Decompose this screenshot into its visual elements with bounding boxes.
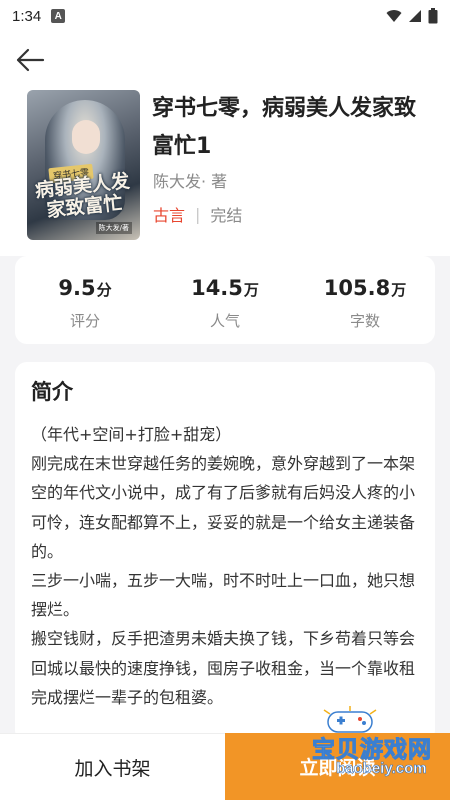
cover-face	[72, 120, 100, 154]
signal-icon	[409, 10, 421, 22]
intro-paragraph: 搬空钱财，反手把渣男未婚夫换了钱，下乡苟着只等会回城以最快的速度挣钱，囤房子收租…	[31, 629, 416, 707]
book-author[interactable]: 陈大发· 著	[153, 168, 227, 192]
cover-author: 陈大发/著	[95, 222, 132, 234]
intro-paragraph: 三步一小喘，五步一大喘，时不时吐上一口血，她只想摆烂。	[31, 571, 416, 620]
read-now-button[interactable]: 立即阅读	[225, 733, 450, 800]
cover-title: 病弱美人发家致富忙	[33, 170, 131, 222]
book-header: 穿书七零 病弱美人发家致富忙 陈大发/著 穿书七零，病弱美人发家致富忙1 陈大发…	[0, 32, 450, 256]
stat-label: 评分	[69, 312, 100, 330]
book-tags: 古言 | 完结	[153, 202, 242, 226]
stat-label: 字数	[349, 312, 380, 330]
tag-separator: |	[195, 204, 201, 224]
intro-card[interactable]: 简介 （年代+空间+打脸+甜宠） 刚完成在末世穿越任务的姜婉晚，意外穿越到了一本…	[15, 362, 435, 742]
status-time: 1:34	[12, 7, 42, 25]
genre-tag[interactable]: 古言	[153, 202, 185, 226]
back-button[interactable]	[12, 44, 48, 76]
stat-value: 105.8万	[323, 276, 407, 300]
stats-card: 9.5分 评分 14.5万 人气 105.8万 字数	[15, 256, 435, 344]
notification-badge: A	[51, 9, 66, 23]
intro-text: （年代+空间+打脸+甜宠） 刚完成在末世穿越任务的姜婉晚，意外穿越到了一本架空的…	[31, 420, 423, 712]
book-title: 穿书七零，病弱美人发家致富忙1	[152, 96, 417, 159]
book-cover[interactable]: 穿书七零 病弱美人发家致富忙 陈大发/著	[27, 90, 140, 240]
stat-word-count: 105.8万 字数	[295, 256, 435, 344]
bottom-action-bar: 加入书架 立即阅读	[0, 733, 450, 800]
wifi-icon	[386, 10, 402, 22]
intro-heading: 简介	[31, 380, 73, 404]
intro-paragraph: （年代+空间+打脸+甜宠）	[31, 425, 232, 444]
stat-label: 人气	[209, 312, 240, 330]
stat-value: 9.5分	[58, 276, 112, 300]
intro-paragraph: 刚完成在末世穿越任务的姜婉晚，意外穿越到了一本架空的年代文小说中，成了有了后爹就…	[31, 454, 416, 561]
status-bar: 1:34 A	[0, 0, 450, 32]
stat-popularity: 14.5万 人气	[155, 256, 295, 344]
battery-icon	[428, 8, 438, 24]
add-to-shelf-button[interactable]: 加入书架	[0, 733, 225, 800]
completion-status: 完结	[210, 206, 243, 225]
back-arrow-icon	[16, 48, 45, 72]
stat-value: 14.5万	[191, 276, 259, 300]
status-icons	[386, 8, 438, 24]
stat-rating: 9.5分 评分	[15, 256, 155, 344]
